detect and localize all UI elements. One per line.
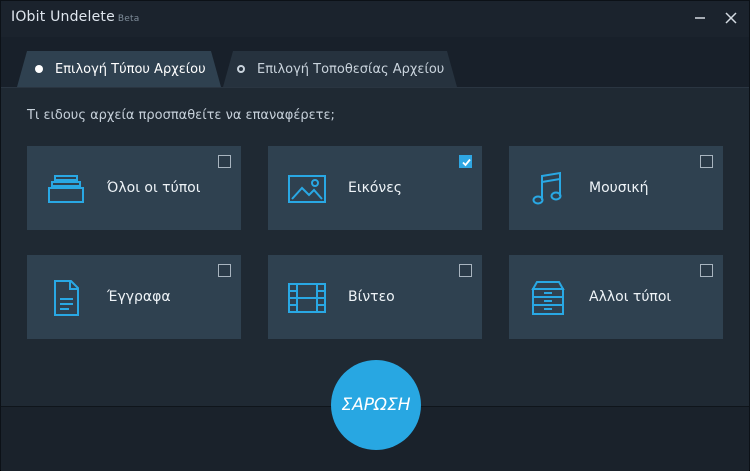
checkbox-music[interactable] <box>700 155 713 168</box>
card-documents[interactable]: Έγγραφα <box>27 255 241 339</box>
tab-label: Επιλογή Τοποθεσίας Αρχείου <box>257 61 445 77</box>
cabinet-icon <box>531 281 565 315</box>
scan-button[interactable]: ΣΑΡΩΣΗ <box>331 360 421 450</box>
radio-ring-icon <box>237 65 245 73</box>
close-button[interactable] <box>718 6 744 30</box>
card-label: Μουσική <box>589 180 649 196</box>
checkbox-other-types[interactable] <box>700 264 713 277</box>
app-window: IObit Undelete Beta Επιλογή Τύπου Αρχείου <box>0 0 750 471</box>
minimize-icon <box>695 17 705 19</box>
tab-file-location[interactable]: Επιλογή Τοποθεσίας Αρχείου <box>223 51 457 87</box>
card-video[interactable]: Βίντεο <box>268 255 482 339</box>
checkbox-all-types[interactable] <box>218 155 231 168</box>
card-label: Βίντεο <box>348 289 395 305</box>
scan-button-label: ΣΑΡΩΣΗ <box>341 395 411 415</box>
tab-strip: Επιλογή Τύπου Αρχείου Επιλογή Τοποθεσίας… <box>1 37 749 88</box>
radio-dot-icon <box>35 65 43 73</box>
card-music[interactable]: Μουσική <box>509 146 723 230</box>
minimize-button[interactable] <box>687 6 713 30</box>
close-icon <box>725 12 737 24</box>
card-other-types[interactable]: Αλλοι τύποι <box>509 255 723 339</box>
beta-badge: Beta <box>117 14 140 24</box>
card-label: Έγγραφα <box>107 289 171 305</box>
checkmark-icon <box>462 158 471 167</box>
checkbox-documents[interactable] <box>218 264 231 277</box>
app-title: IObit Undelete Beta <box>11 9 139 25</box>
app-title-text: IObit Undelete <box>11 9 115 25</box>
card-images[interactable]: Εικόνες <box>268 146 482 230</box>
tab-label: Επιλογή Τύπου Αρχείου <box>55 61 206 77</box>
file-type-panel: Τι ειδους αρχεία προσπαθείτε να επαναφέρ… <box>1 88 749 406</box>
card-all-types[interactable]: Όλοι οι τύποι <box>27 146 241 230</box>
film-icon <box>288 283 326 313</box>
checkbox-images[interactable] <box>459 155 472 168</box>
stack-icon <box>48 175 84 203</box>
music-note-icon <box>532 171 562 205</box>
prompt-text: Τι ειδους αρχεία προσπαθείτε να επαναφέρ… <box>27 108 335 123</box>
document-icon <box>54 280 79 316</box>
card-label: Όλοι οι τύποι <box>107 180 201 196</box>
title-bar: IObit Undelete Beta <box>1 1 749 37</box>
tab-file-type[interactable]: Επιλογή Τύπου Αρχείου <box>17 51 221 87</box>
image-icon <box>288 175 326 203</box>
checkbox-video[interactable] <box>459 264 472 277</box>
card-label: Αλλοι τύποι <box>589 289 672 305</box>
card-label: Εικόνες <box>348 180 403 196</box>
